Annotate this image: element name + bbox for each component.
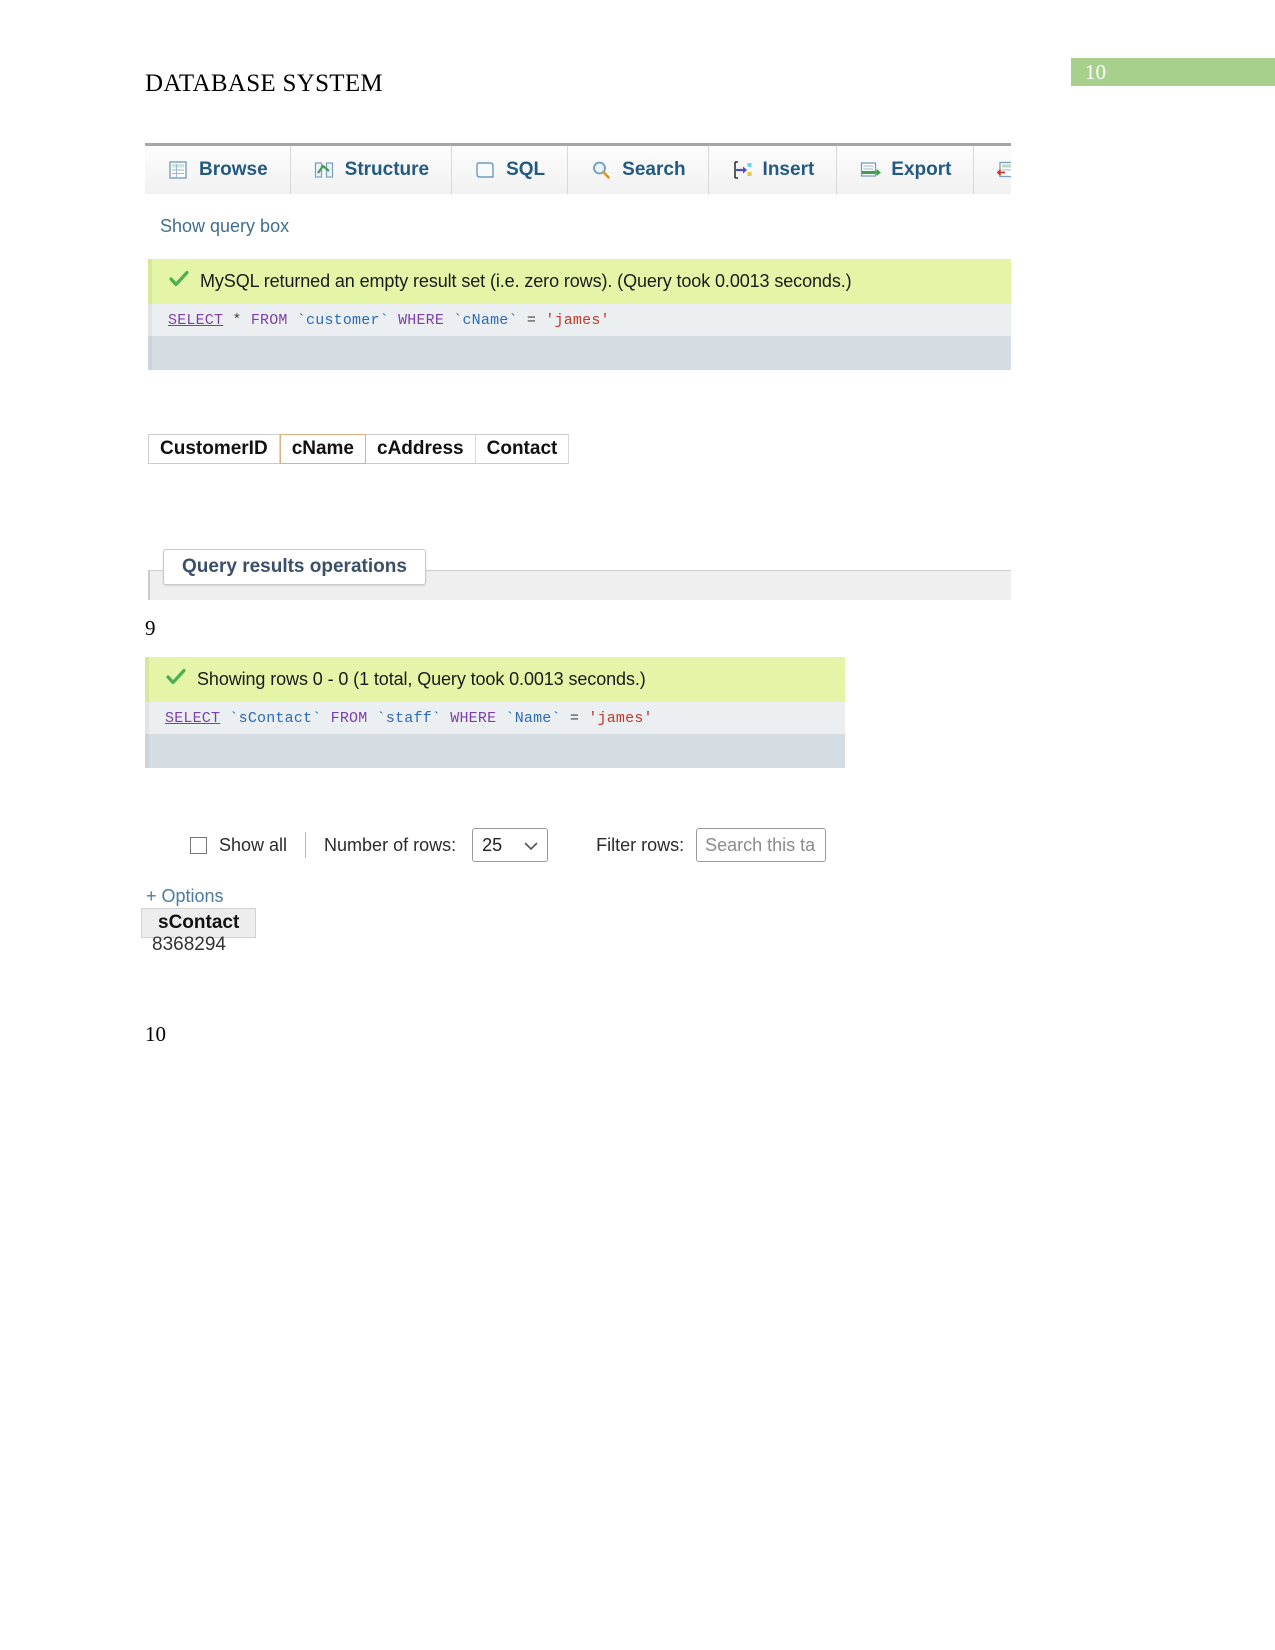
number-of-rows-label: Number of rows: — [324, 834, 457, 855]
sql-keyword-from-1: FROM — [250, 312, 288, 329]
result-cell-scontact: 8368294 — [152, 934, 226, 955]
document-header: DATABASE SYSTEM 10 — [0, 0, 1275, 120]
tab-structure[interactable]: Structure — [290, 146, 453, 194]
column-header-caddress[interactable]: cAddress — [366, 435, 476, 463]
number-of-rows-select[interactable]: 25 — [472, 828, 549, 862]
sql-column-2: `Name` — [505, 710, 561, 727]
tab-sql[interactable]: SQL — [452, 146, 569, 194]
tab-export-label: Export — [891, 159, 952, 180]
result-column-header-row: CustomerID cName cAddress Contact — [148, 434, 570, 464]
query-results-operations-panel: Query results operations — [148, 549, 1011, 600]
sql-keyword-where-1: WHERE — [398, 312, 445, 329]
number-of-rows-value: 25 — [482, 834, 503, 855]
tab-structure-label: Structure — [344, 159, 430, 180]
browse-table-icon — [167, 159, 189, 181]
insert-row-icon — [731, 159, 753, 181]
figure-caption-1: 9 — [145, 616, 156, 640]
sql-star-1: * — [232, 312, 242, 329]
sql-query-display-1: SELECT * FROM `customer` WHERE `cName` =… — [148, 304, 1011, 336]
control-divider — [305, 832, 307, 858]
result-banner-2-text: Showing rows 0 - 0 (1 total, Query took … — [197, 669, 646, 689]
sql-equals-1: = — [526, 312, 537, 329]
sql-action-bar-2 — [145, 734, 845, 768]
query-result-block-2: Showing rows 0 - 0 (1 total, Query took … — [145, 657, 845, 768]
page-title: DATABASE SYSTEM — [145, 70, 383, 97]
sql-table-1: `customer` — [296, 312, 389, 329]
column-header-cname[interactable]: cName — [279, 434, 367, 464]
tab-insert[interactable]: Insert — [708, 146, 838, 194]
export-icon — [859, 159, 882, 181]
tab-browse-label: Browse — [199, 159, 268, 180]
sql-scroll-icon — [474, 159, 496, 181]
filter-rows-placeholder: Search this ta — [705, 834, 816, 855]
results-controls-row: Show all Number of rows: 25 Filter rows:… — [190, 828, 827, 862]
filter-rows-input[interactable]: Search this ta — [696, 828, 827, 862]
sql-table-2: `staff` — [376, 710, 442, 727]
filter-rows-label: Filter rows: — [596, 834, 685, 855]
result-banner-1-text: MySQL returned an empty result set (i.e.… — [200, 271, 852, 291]
tab-export[interactable]: Export — [837, 146, 975, 194]
chevron-down-icon — [524, 835, 538, 856]
tab-import[interactable]: I — [974, 146, 1011, 194]
tab-search-label: Search — [622, 159, 686, 180]
show-all-checkbox[interactable] — [190, 836, 207, 854]
result-banner-1: MySQL returned an empty result set (i.e.… — [148, 259, 1011, 304]
tab-insert-label: Insert — [762, 159, 815, 180]
structure-icon — [313, 159, 335, 181]
import-icon — [996, 159, 1011, 181]
sql-keyword-from-2: FROM — [330, 710, 368, 727]
green-check-icon — [165, 666, 187, 693]
sql-action-bar-1 — [148, 336, 1011, 370]
sql-equals-2: = — [569, 710, 580, 727]
page-number-badge: 10 — [1071, 58, 1275, 86]
column-header-contact[interactable]: Contact — [475, 435, 570, 463]
tab-browse[interactable]: Browse — [145, 146, 291, 194]
show-all-label: Show all — [219, 834, 288, 855]
sql-value-2: 'james' — [588, 710, 653, 727]
show-query-box-link[interactable]: Show query box — [160, 216, 289, 237]
tab-search[interactable]: Search — [568, 146, 709, 194]
result-banner-2: Showing rows 0 - 0 (1 total, Query took … — [145, 657, 845, 702]
sql-keyword-select-1: SELECT — [168, 312, 224, 329]
sql-value-1: 'james' — [545, 312, 610, 329]
page-number-value: 10 — [1085, 60, 1106, 84]
sql-query-display-2: SELECT `sContact` FROM `staff` WHERE `Na… — [145, 702, 845, 734]
green-check-icon — [168, 268, 190, 295]
figure-caption-2: 10 — [145, 1022, 166, 1046]
sql-keyword-select-2: SELECT — [165, 710, 221, 727]
sql-keyword-where-2: WHERE — [450, 710, 497, 727]
query-result-block-1: MySQL returned an empty result set (i.e.… — [148, 259, 1011, 370]
query-results-operations-legend: Query results operations — [163, 549, 426, 585]
phpmyadmin-tab-bar: Browse Structure SQL Search Insert Expor… — [145, 143, 1011, 194]
tab-sql-label: SQL — [506, 159, 546, 180]
sql-column-1: `cName` — [453, 312, 518, 329]
column-header-customerid[interactable]: CustomerID — [149, 435, 280, 463]
options-toggle-link[interactable]: + Options — [146, 886, 224, 907]
sql-selected-column-2: `sContact` — [229, 710, 322, 727]
magnifier-icon — [590, 159, 612, 181]
